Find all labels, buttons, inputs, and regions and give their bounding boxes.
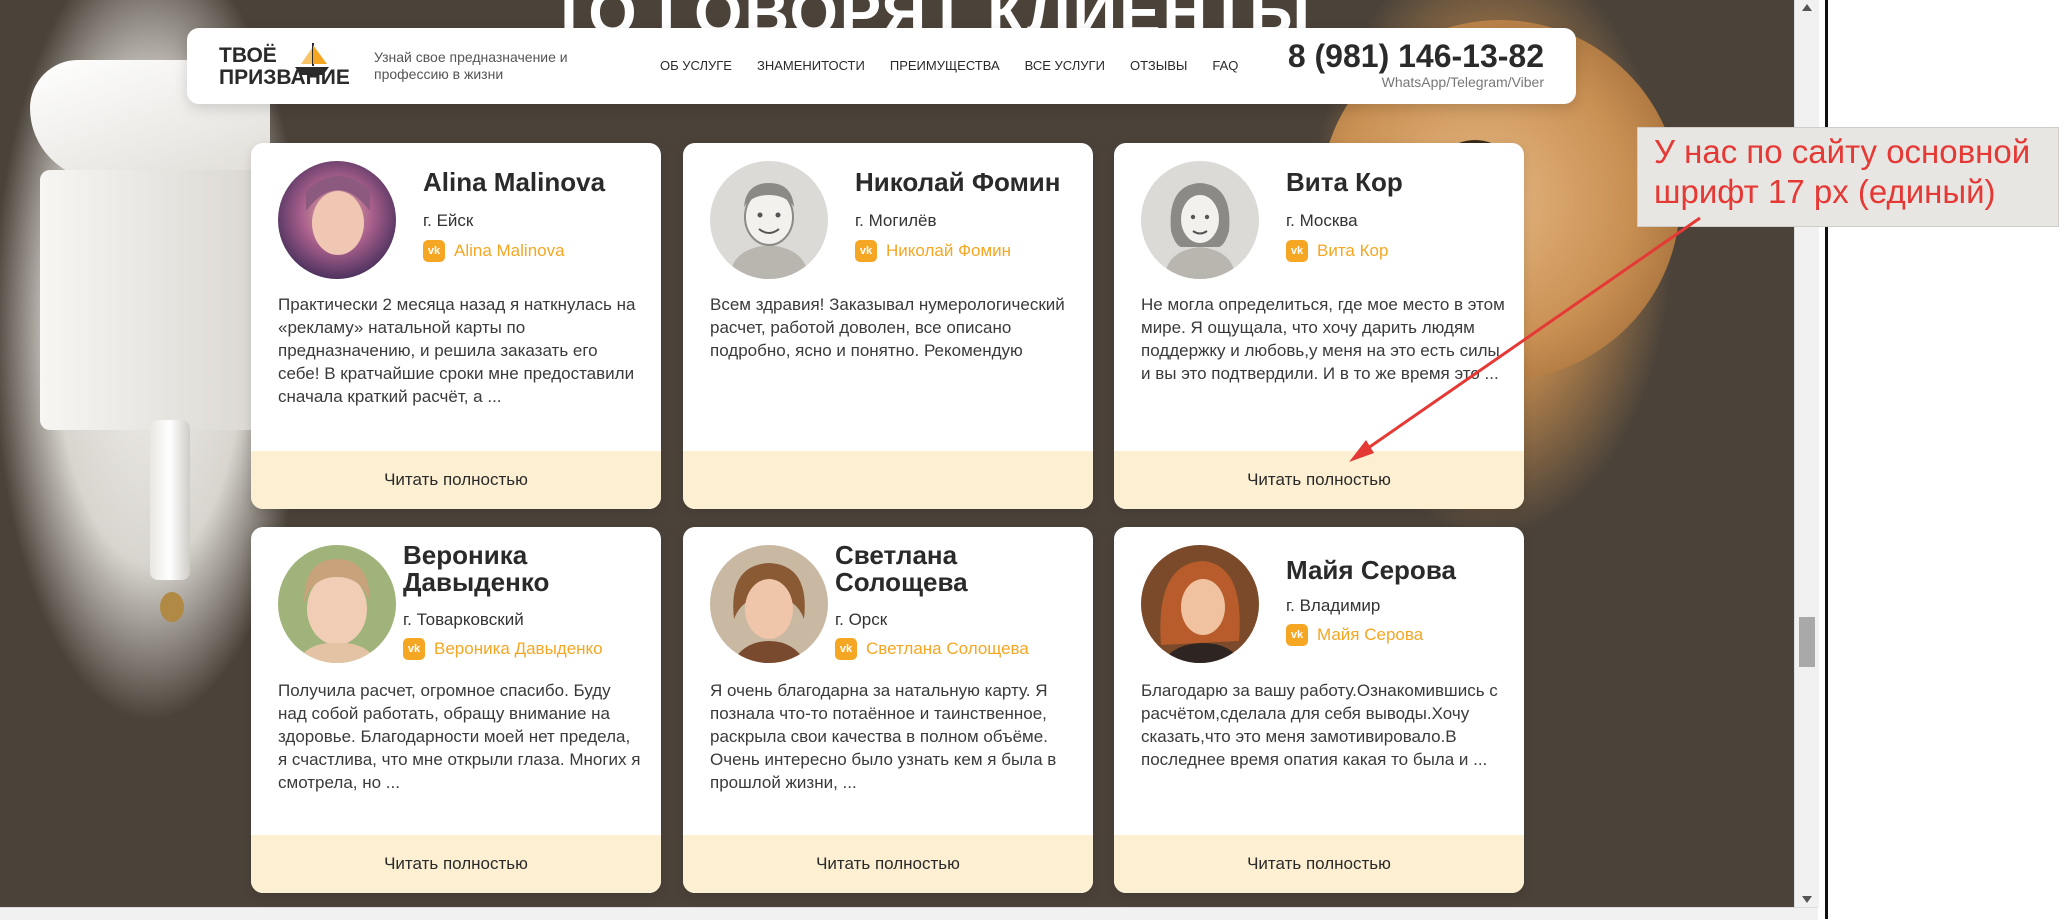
nav-about-service[interactable]: ОБ УСЛУГЕ xyxy=(660,58,732,73)
reviewer-city: г. Орск xyxy=(835,610,888,629)
avatar xyxy=(1141,545,1259,663)
tagline: Узнай свое предназначение и профессию в … xyxy=(374,49,568,82)
avatar xyxy=(1141,161,1259,279)
reviewer-name: Николай Фомин xyxy=(855,167,1061,197)
review-card: Alina Malinova г. Ейск vk Alina Malinova… xyxy=(251,143,661,509)
vk-icon: vk xyxy=(1286,240,1308,262)
vk-link[interactable]: vk Майя Серова xyxy=(1286,624,1423,646)
read-more-button[interactable]: Читать полностью xyxy=(251,451,661,509)
read-more-label: Читать полностью xyxy=(1247,854,1391,873)
review-card: Вита Кор г. Москва vk Вита Кор Не могла … xyxy=(1114,143,1524,509)
nav-advantages[interactable]: ПРЕИМУЩЕСТВА xyxy=(890,58,1000,73)
vk-icon: vk xyxy=(403,638,425,660)
vk-link-label: Вита Кор xyxy=(1317,241,1389,260)
site-header: ТВОЁ ПРИЗВАНИЕ Узнай свое предназначение… xyxy=(187,28,1576,104)
avatar xyxy=(710,545,828,663)
read-more-button[interactable]: Читать полностью xyxy=(1114,451,1524,509)
avatar xyxy=(278,545,396,663)
scroll-thumb[interactable] xyxy=(1799,617,1815,667)
reviewer-name: Вероника Давыденко xyxy=(403,540,550,597)
reviewer-name: Вита Кор xyxy=(1286,167,1403,197)
review-card: Майя Серова г. Владимир vk Майя Серова Б… xyxy=(1114,527,1524,893)
vk-link-label: Alina Malinova xyxy=(454,241,565,260)
review-text: Получила расчет, огромное спасибо. Буду … xyxy=(278,681,641,792)
vk-icon: vk xyxy=(835,638,857,660)
scroll-up-arrow-icon[interactable] xyxy=(1802,4,1812,11)
reviewer-city: г. Москва xyxy=(1286,211,1358,230)
piano-foot-image xyxy=(160,592,184,622)
vk-link-label: Николай Фомин xyxy=(886,241,1012,260)
review-text: Я очень благодарна за натальную карту. Я… xyxy=(710,681,1057,792)
reviewer-city: г. Товарковский xyxy=(403,610,524,629)
read-more-button[interactable]: Читать полностью xyxy=(1114,835,1524,893)
vk-link-label: Светлана Солощева xyxy=(866,639,1029,658)
reviewer-name: Светлана Солощева xyxy=(835,540,968,597)
avatar xyxy=(278,161,396,279)
page-viewport: ТО ГОВОРЯТ КЛИЕНТЫ ТВОЁ ПРИЗВАНИЕ Узнай … xyxy=(0,0,1794,907)
boat-icon xyxy=(295,43,329,75)
reviewer-name: Alina Malinova xyxy=(423,167,606,197)
review-text: Благодарю за вашу работу.Ознакомившись с… xyxy=(1141,681,1498,769)
review-card: Вероника Давыденко г. Товарковский vk Ве… xyxy=(251,527,661,893)
scroll-down-arrow-icon[interactable] xyxy=(1802,896,1812,903)
phone-number[interactable]: 8 (981) 146-13-82 xyxy=(1288,38,1544,74)
vk-link-label: Вероника Давыденко xyxy=(434,639,603,658)
vk-link[interactable]: vk Вероника Давыденко xyxy=(403,638,603,660)
reviewer-city: г. Ейск xyxy=(423,211,474,230)
vk-icon: vk xyxy=(423,240,445,262)
nav-celebrities[interactable]: ЗНАМЕНИТОСТИ xyxy=(757,58,865,73)
review-text: Всем здравия! Заказывал нумерологический… xyxy=(710,295,1065,360)
read-more-label: Читать полностью xyxy=(816,854,960,873)
horizontal-scrollbar[interactable] xyxy=(0,907,1818,920)
nav-all-services[interactable]: ВСЕ УСЛУГИ xyxy=(1025,58,1105,73)
annotation-line2: шрифт 17 px (единый) xyxy=(1654,173,1996,210)
vk-link[interactable]: vk Вита Кор xyxy=(1286,240,1388,262)
vk-link[interactable]: vk Светлана Солощева xyxy=(835,638,1029,660)
nav-faq[interactable]: FAQ xyxy=(1212,58,1238,73)
reviewer-name: Майя Серова xyxy=(1286,555,1456,585)
review-text: Практически 2 месяца назад я наткнулась … xyxy=(278,295,636,406)
reviewer-city: г. Могилёв xyxy=(855,211,937,230)
read-more-button[interactable]: Читать полностью xyxy=(683,835,1093,893)
reviewer-city: г. Владимир xyxy=(1286,596,1381,615)
read-more-button[interactable] xyxy=(683,451,1093,509)
vk-icon: vk xyxy=(855,240,877,262)
read-more-button[interactable]: Читать полностью xyxy=(251,835,661,893)
phone-block: 8 (981) 146-13-82 WhatsApp/Telegram/Vibe… xyxy=(1288,38,1544,90)
vk-link-label: Майя Серова xyxy=(1317,625,1424,644)
main-nav: ОБ УСЛУГЕ ЗНАМЕНИТОСТИ ПРЕИМУЩЕСТВА ВСЕ … xyxy=(660,58,1263,73)
avatar xyxy=(710,161,828,279)
review-card: Светлана Солощева г. Орск vk Светлана Со… xyxy=(683,527,1093,893)
nav-reviews[interactable]: ОТЗЫВЫ xyxy=(1130,58,1187,73)
read-more-label: Читать полностью xyxy=(384,470,528,489)
review-text: Не могла определиться, где мое место в э… xyxy=(1141,295,1505,383)
vk-link[interactable]: vk Николай Фомин xyxy=(855,240,1011,262)
piano-leg-image xyxy=(150,420,190,580)
review-card: Николай Фомин г. Могилёв vk Николай Фоми… xyxy=(683,143,1093,509)
phone-messengers: WhatsApp/Telegram/Viber xyxy=(1381,74,1544,90)
vk-icon: vk xyxy=(1286,624,1308,646)
annotation-note: У нас по сайту основной шрифт 17 px (еди… xyxy=(1654,132,2030,212)
piano-body-image xyxy=(40,170,270,430)
annotation-line1: У нас по сайту основной xyxy=(1654,133,2031,170)
read-more-label: Читать полностью xyxy=(384,854,528,873)
read-more-label: Читать полностью xyxy=(1247,470,1391,489)
vk-link[interactable]: vk Alina Malinova xyxy=(423,240,565,262)
